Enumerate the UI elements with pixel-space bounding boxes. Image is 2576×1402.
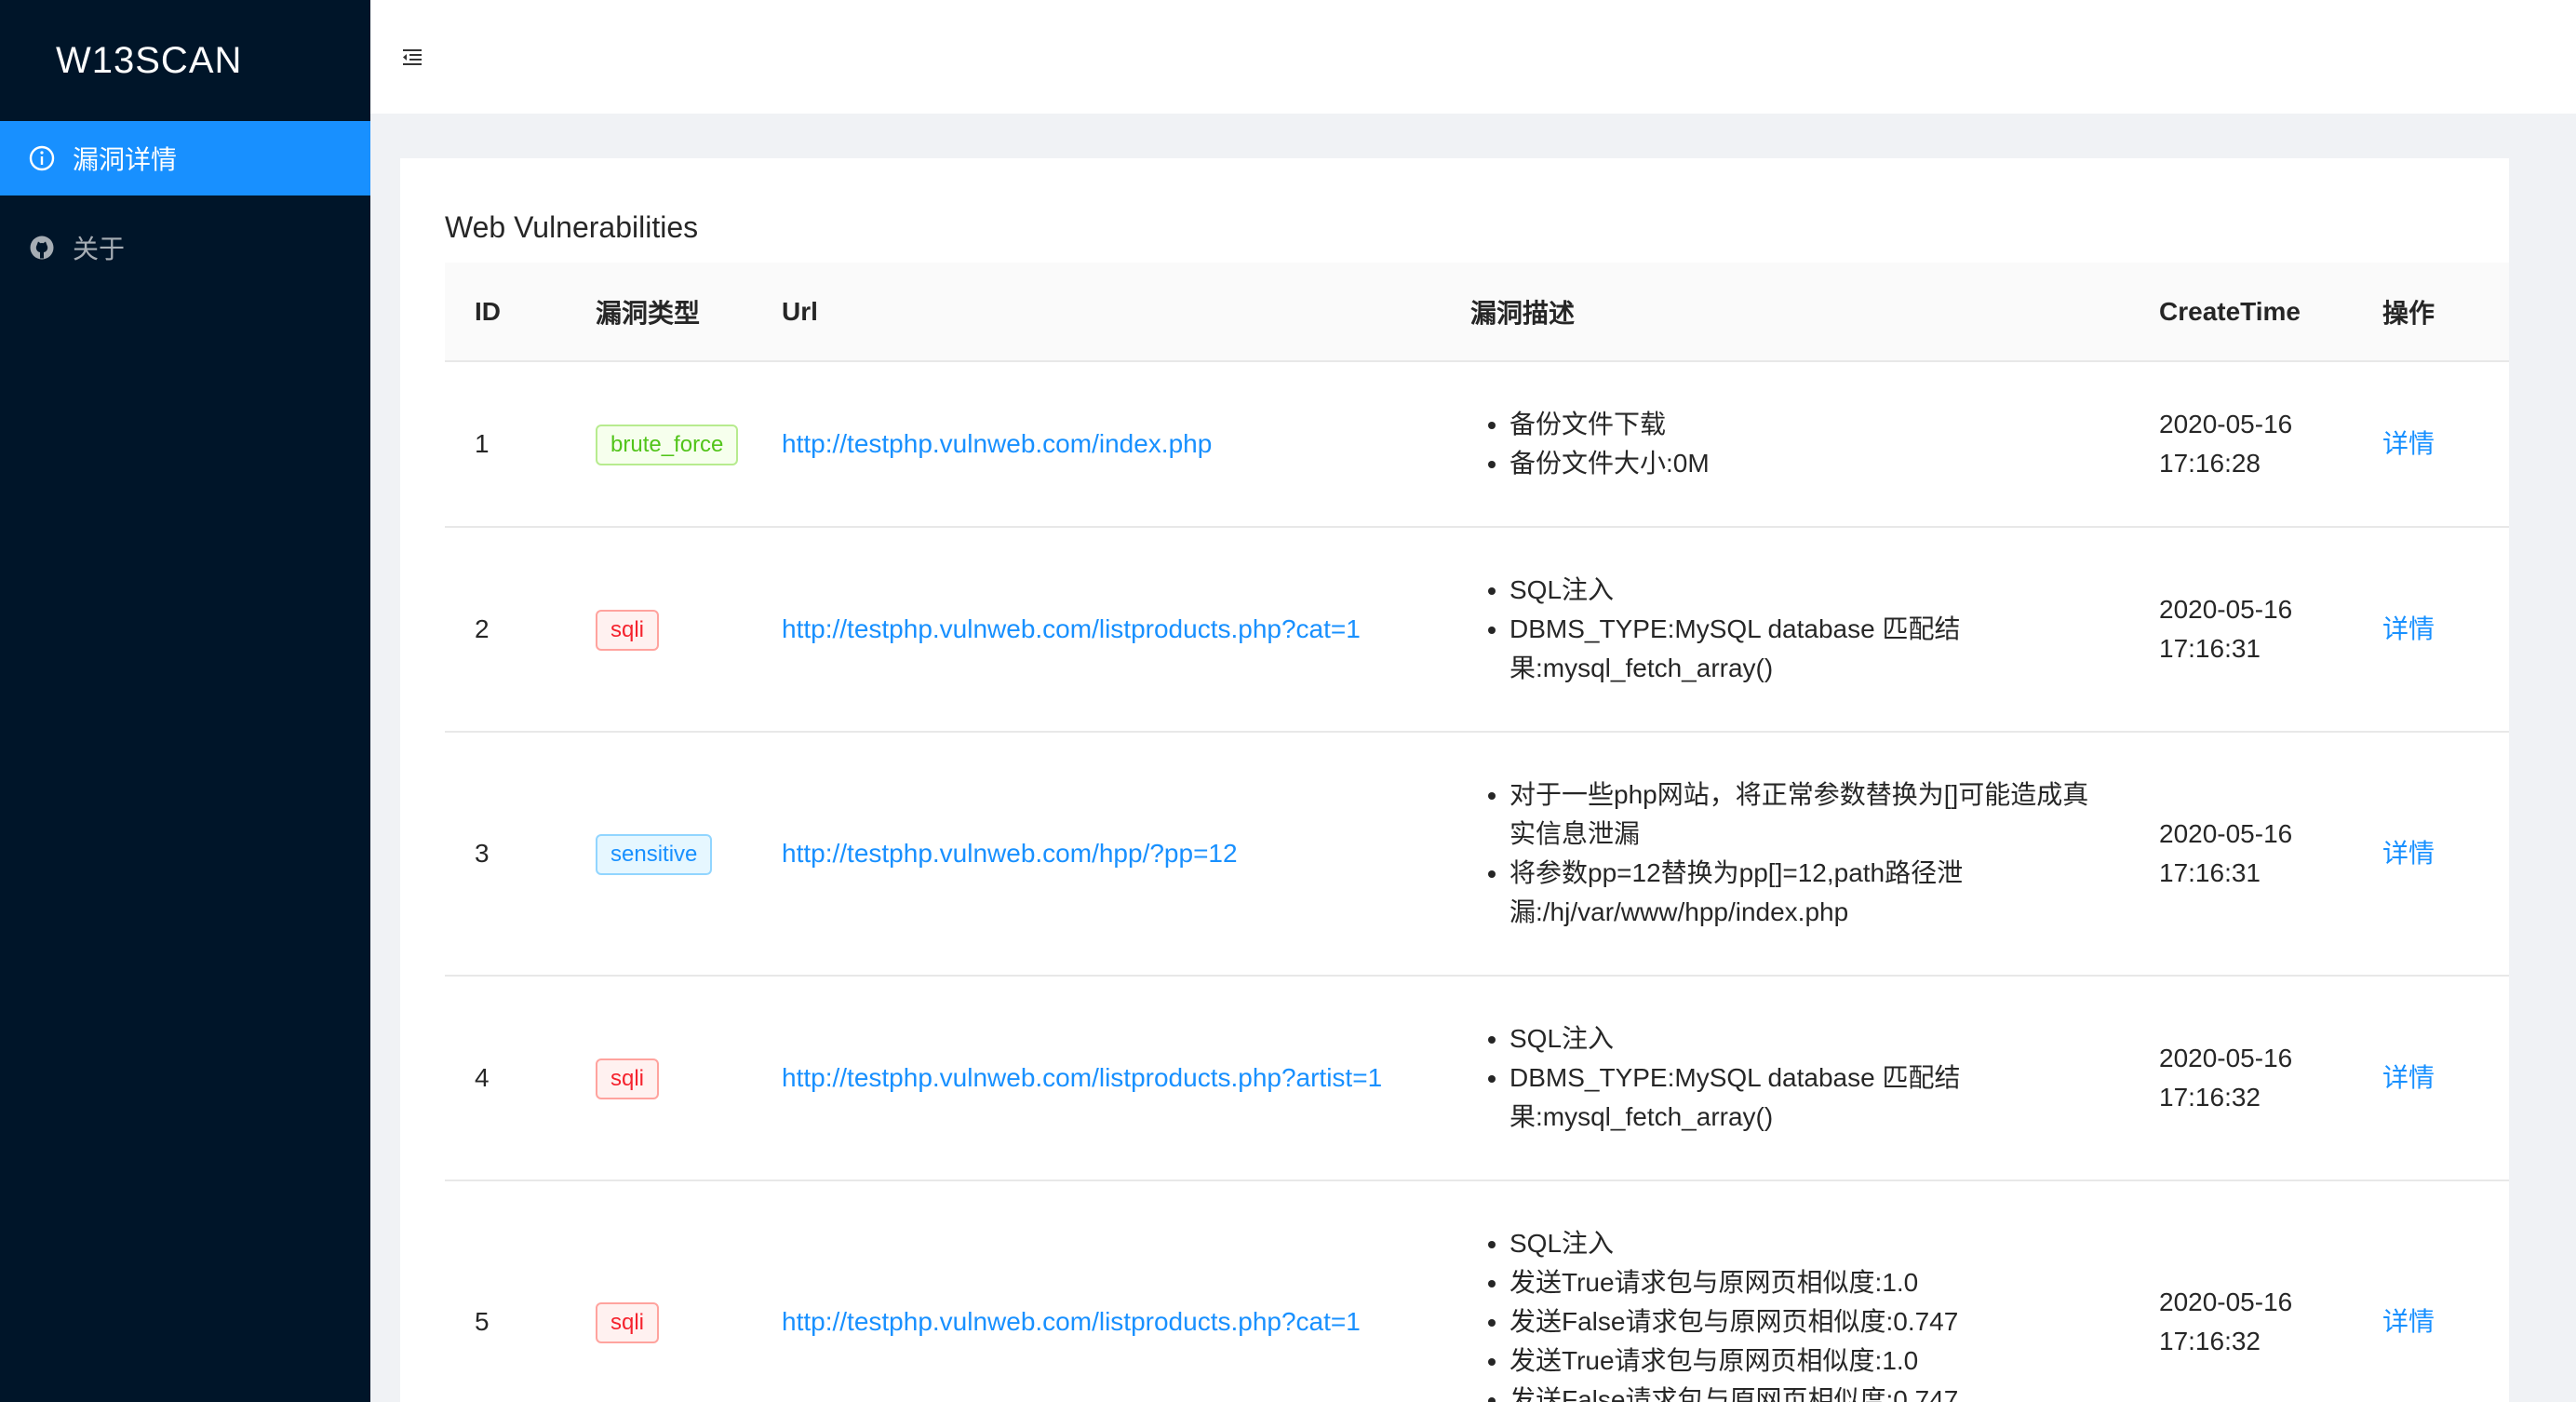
vuln-description-list: SQL注入 发送True请求包与原网页相似度:1.0 发送False请求包与原网…	[1470, 1224, 2100, 1402]
create-date: 2020-05-16	[2159, 595, 2293, 624]
vuln-url-link[interactable]: http://testphp.vulnweb.com/index.php	[782, 429, 1212, 458]
table-row: 3 sensitive http://testphp.vulnweb.com/h…	[445, 732, 2509, 977]
create-clock: 17:16:32	[2159, 1083, 2261, 1112]
vuln-url-link[interactable]: http://testphp.vulnweb.com/listproducts.…	[782, 614, 1361, 643]
table-row: 2 sqli http://testphp.vulnweb.com/listpr…	[445, 527, 2509, 733]
vuln-description-item: 对于一些php网站，将正常参数替换为[]可能造成真实信息泄漏	[1509, 775, 2100, 854]
vuln-description-item: 备份文件大小:0M	[1509, 444, 2100, 483]
create-clock: 17:16:31	[2159, 858, 2261, 887]
cell-id: 2	[445, 527, 566, 733]
details-link[interactable]: 详情	[2382, 429, 2435, 458]
vuln-description-item: SQL注入	[1509, 1224, 2100, 1263]
vuln-description-item: 备份文件下载	[1509, 405, 2100, 444]
sidebar-item-label: 关于	[73, 235, 126, 263]
sidebar-item-vuln-details[interactable]: 漏洞详情	[0, 121, 370, 195]
cell-id: 4	[445, 976, 566, 1181]
vuln-description-list: 对于一些php网站，将正常参数替换为[]可能造成真实信息泄漏 将参数pp=12替…	[1470, 775, 2100, 932]
menu-fold-icon[interactable]	[398, 43, 426, 71]
create-clock: 17:16:32	[2159, 1327, 2261, 1355]
vuln-description-item: SQL注入	[1509, 571, 2100, 610]
create-time: 2020-05-16 17:16:28	[2159, 405, 2323, 483]
create-date: 2020-05-16	[2159, 1287, 2293, 1316]
column-header-desc: 漏洞描述	[1441, 263, 2129, 362]
vuln-description-item: 将参数pp=12替换为pp[]=12,path路径泄漏:/hj/var/www/…	[1509, 854, 2100, 932]
vulnerability-table: ID 漏洞类型 Url 漏洞描述 CreateTime 操作 1 brute_f…	[445, 263, 2509, 1402]
vuln-description-item: 发送True请求包与原网页相似度:1.0	[1509, 1263, 2100, 1302]
github-icon	[28, 234, 56, 262]
table-row: 4 sqli http://testphp.vulnweb.com/listpr…	[445, 976, 2509, 1181]
create-date: 2020-05-16	[2159, 410, 2293, 438]
vuln-url-link[interactable]: http://testphp.vulnweb.com/listproducts.…	[782, 1063, 1382, 1092]
app-logo: W13SCAN	[56, 39, 243, 81]
sidebar-item-label: 漏洞详情	[73, 145, 178, 174]
vuln-description-list: SQL注入 DBMS_TYPE:MySQL database 匹配结果:mysq…	[1470, 571, 2100, 688]
vuln-description-item: SQL注入	[1509, 1019, 2100, 1058]
details-link[interactable]: 详情	[2382, 839, 2435, 868]
vuln-description-item: DBMS_TYPE:MySQL database 匹配结果:mysql_fetc…	[1509, 1058, 2100, 1137]
column-header-id: ID	[445, 263, 566, 362]
column-header-operation: 操作	[2353, 263, 2509, 362]
details-link[interactable]: 详情	[2382, 614, 2435, 643]
create-time: 2020-05-16 17:16:31	[2159, 815, 2323, 893]
cell-id: 3	[445, 732, 566, 977]
vuln-type-tag: sqli	[596, 609, 660, 651]
vuln-url-link[interactable]: http://testphp.vulnweb.com/listproducts.…	[782, 1307, 1361, 1336]
vuln-type-tag: brute_force	[596, 424, 739, 465]
details-link[interactable]: 详情	[2382, 1063, 2435, 1092]
app-root: W13SCAN 漏洞详情 关于 Web Vulnerabilities ID 漏…	[0, 0, 2576, 1402]
vuln-description-item: 发送False请求包与原网页相似度:0.747	[1509, 1302, 2100, 1341]
create-clock: 17:16:31	[2159, 634, 2261, 663]
vuln-type-tag: sensitive	[596, 833, 713, 875]
column-header-createtime: CreateTime	[2129, 263, 2353, 362]
vuln-url-link[interactable]: http://testphp.vulnweb.com/hpp/?pp=12	[782, 839, 1238, 868]
vuln-description-item: 发送True请求包与原网页相似度:1.0	[1509, 1341, 2100, 1381]
create-date: 2020-05-16	[2159, 819, 2293, 848]
vuln-description-list: SQL注入 DBMS_TYPE:MySQL database 匹配结果:mysq…	[1470, 1019, 2100, 1137]
create-time: 2020-05-16 17:16:31	[2159, 590, 2323, 668]
top-header	[370, 0, 2576, 114]
cell-id: 1	[445, 361, 566, 528]
create-clock: 17:16:28	[2159, 449, 2261, 478]
column-header-type: 漏洞类型	[566, 263, 752, 362]
vuln-description-item: 发送False请求包与原网页相似度:0.747	[1509, 1381, 2100, 1402]
create-date: 2020-05-16	[2159, 1044, 2293, 1072]
table-row: 5 sqli http://testphp.vulnweb.com/listpr…	[445, 1180, 2509, 1402]
table-header-row: ID 漏洞类型 Url 漏洞描述 CreateTime 操作	[445, 263, 2509, 362]
page-title: Web Vulnerabilities	[445, 210, 699, 244]
cell-id: 5	[445, 1180, 566, 1402]
create-time: 2020-05-16 17:16:32	[2159, 1283, 2323, 1361]
sidebar: W13SCAN 漏洞详情 关于	[0, 0, 370, 1402]
vuln-type-tag: sqli	[596, 1301, 660, 1343]
vuln-description-item: DBMS_TYPE:MySQL database 匹配结果:mysql_fetc…	[1509, 610, 2100, 688]
sidebar-item-about[interactable]: 关于	[0, 210, 370, 285]
vuln-description-list: 备份文件下载 备份文件大小:0M	[1470, 405, 2100, 483]
table-row: 1 brute_force http://testphp.vulnweb.com…	[445, 361, 2509, 528]
create-time: 2020-05-16 17:16:32	[2159, 1039, 2323, 1117]
details-link[interactable]: 详情	[2382, 1307, 2435, 1336]
column-header-url: Url	[752, 263, 1441, 362]
info-circle-icon	[28, 144, 56, 172]
vuln-type-tag: sqli	[596, 1058, 660, 1099]
content-card: Web Vulnerabilities ID 漏洞类型 Url 漏洞描述 Cre…	[400, 158, 2509, 1402]
